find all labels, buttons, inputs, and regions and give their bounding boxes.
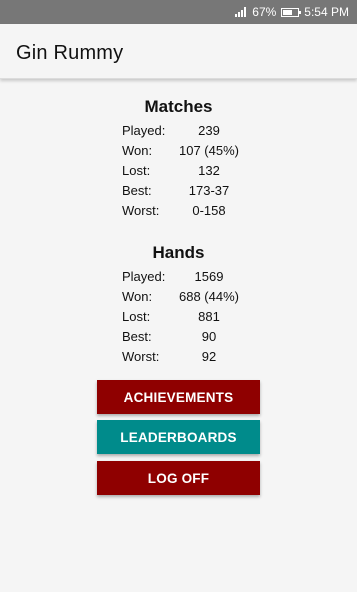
- hands-row-best: Best: 90: [122, 329, 262, 349]
- battery-icon: [281, 7, 302, 17]
- status-time: 5:54 PM: [304, 5, 349, 19]
- stat-label: Best:: [122, 183, 152, 198]
- stat-label: Won:: [122, 289, 153, 304]
- matches-row-lost: Lost: 132: [122, 163, 262, 183]
- matches-title: Matches: [144, 97, 213, 116]
- battery-percent: 67%: [252, 5, 277, 19]
- stat-value: 688 (44%): [179, 289, 239, 304]
- matches-row-worst: Worst: 0-158: [122, 203, 262, 223]
- stat-label: Played:: [122, 123, 166, 138]
- status-bar: 67% 5:54 PM: [0, 0, 357, 24]
- stat-value: 107 (45%): [179, 143, 239, 158]
- signal-icon: [235, 7, 247, 17]
- matches-row-won: Won: 107 (45%): [122, 143, 262, 163]
- stat-value: 90: [201, 329, 217, 344]
- stat-label: Played:: [122, 269, 166, 284]
- achievements-button[interactable]: ACHIEVEMENTS: [97, 380, 260, 414]
- stat-value: 132: [198, 163, 220, 178]
- app-bar: Gin Rummy: [0, 24, 357, 79]
- stat-value: 92: [201, 349, 217, 364]
- hands-row-played: Played: 1569: [122, 269, 262, 289]
- status-icons: 67% 5:54 PM: [235, 5, 349, 19]
- stat-label: Won:: [122, 143, 153, 158]
- stat-value: 239: [198, 123, 220, 138]
- stat-label: Lost:: [122, 163, 151, 178]
- stat-label: Lost:: [122, 309, 151, 324]
- matches-row-played: Played: 239: [122, 123, 262, 143]
- log-off-button[interactable]: LOG OFF: [97, 461, 260, 495]
- stat-label: Best:: [122, 329, 152, 344]
- hands-row-won: Won: 688 (44%): [122, 289, 262, 309]
- stat-value: 0-158: [192, 203, 226, 218]
- leaderboards-button[interactable]: LEADERBOARDS: [97, 420, 260, 454]
- app-title: Gin Rummy: [16, 42, 124, 64]
- hands-title: Hands: [152, 243, 205, 262]
- stat-value: 173-37: [188, 183, 230, 198]
- stat-value: 1569: [194, 269, 224, 284]
- matches-row-best: Best: 173-37: [122, 183, 262, 203]
- hands-row-worst: Worst: 92: [122, 349, 262, 369]
- hands-row-lost: Lost: 881: [122, 309, 262, 329]
- battery-fill: [283, 9, 293, 15]
- stat-value: 881: [198, 309, 220, 324]
- stat-label: Worst:: [122, 203, 160, 218]
- stat-label: Worst:: [122, 349, 160, 364]
